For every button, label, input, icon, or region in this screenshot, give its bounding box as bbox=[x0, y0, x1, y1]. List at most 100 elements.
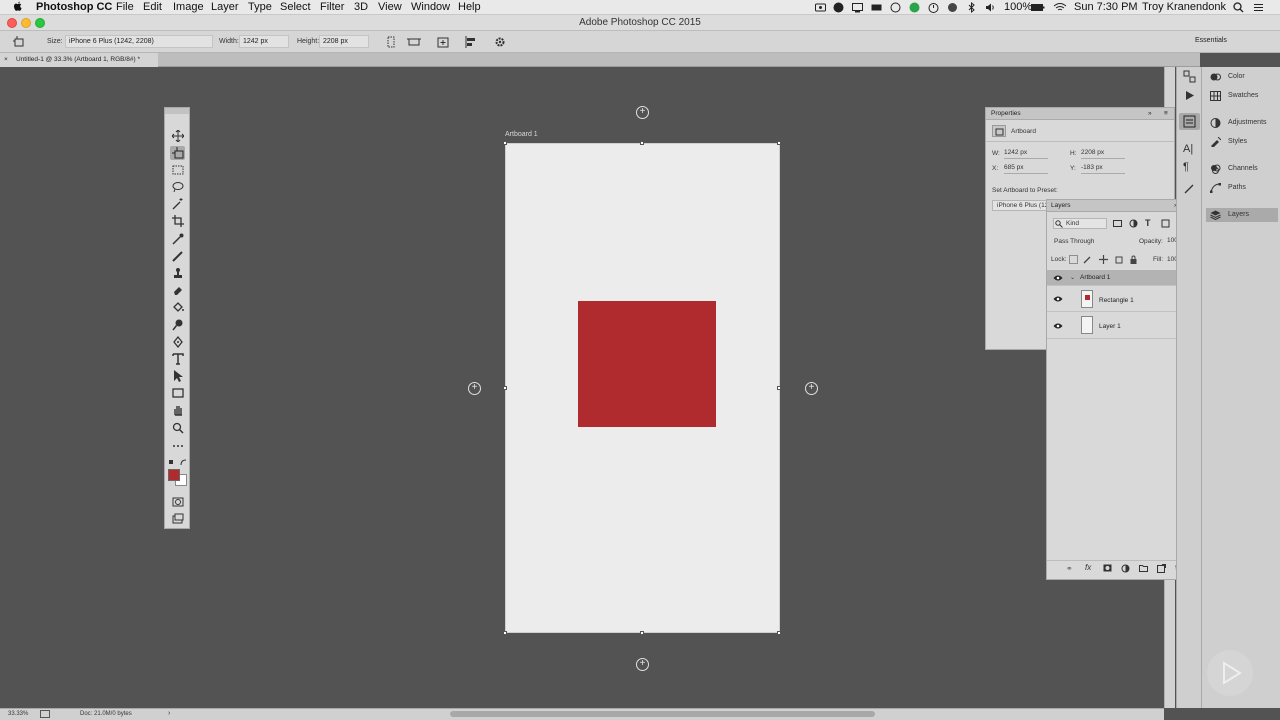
paragraph-panel-icon[interactable]: ¶ bbox=[1183, 161, 1196, 174]
artboard-handle-bottom-left[interactable] bbox=[503, 631, 507, 635]
collapse-panel-icon[interactable]: » bbox=[1148, 108, 1152, 120]
visibility-eye-icon[interactable] bbox=[1053, 274, 1063, 282]
menu-filter[interactable]: Filter bbox=[320, 1, 344, 14]
h-input[interactable]: 2208 px bbox=[1081, 149, 1125, 159]
magic-wand-tool-icon[interactable] bbox=[170, 197, 185, 211]
menu-layer[interactable]: Layer bbox=[211, 1, 239, 14]
artboard-tool-icon[interactable] bbox=[170, 146, 185, 160]
new-adjustment-layer-icon[interactable] bbox=[1121, 564, 1130, 573]
add-layer-style-icon[interactable]: fx bbox=[1085, 563, 1091, 572]
filter-pixel-icon[interactable] bbox=[1113, 219, 1122, 228]
filter-type-icon[interactable]: T bbox=[1145, 218, 1151, 228]
artboard-handle-top-left[interactable] bbox=[503, 141, 507, 145]
layer-name-layer1[interactable]: Layer 1 bbox=[1099, 323, 1121, 330]
lock-artboard-icon[interactable] bbox=[1114, 255, 1123, 264]
artboard-handle-left[interactable] bbox=[503, 386, 507, 390]
make-landscape-icon[interactable] bbox=[407, 35, 421, 49]
artboard-handle-right[interactable] bbox=[777, 386, 781, 390]
status-expand-icon[interactable]: › bbox=[168, 710, 170, 717]
type-tool-icon[interactable] bbox=[170, 352, 185, 366]
dock-styles[interactable]: Styles bbox=[1206, 135, 1278, 149]
artboard-handle-top[interactable] bbox=[640, 141, 644, 145]
menu-3d[interactable]: 3D bbox=[354, 1, 368, 14]
wifi-icon[interactable] bbox=[1053, 2, 1067, 13]
volume-icon[interactable] bbox=[947, 2, 958, 13]
menu-image[interactable]: Image bbox=[173, 1, 204, 14]
status-menu-icon[interactable] bbox=[40, 710, 50, 718]
zoom-level[interactable]: 33.33% bbox=[8, 711, 28, 717]
blend-mode-select[interactable]: Pass Through bbox=[1051, 237, 1135, 248]
lock-all-icon[interactable] bbox=[1129, 255, 1138, 264]
bluetooth-icon[interactable] bbox=[966, 2, 977, 13]
foreground-color-swatch[interactable] bbox=[168, 469, 180, 481]
pen-tool-icon[interactable] bbox=[170, 335, 185, 349]
menubar-user[interactable]: Troy Kranendonk bbox=[1142, 1, 1226, 14]
new-group-icon[interactable] bbox=[1139, 564, 1148, 572]
character-panel-icon[interactable]: A| bbox=[1183, 143, 1196, 156]
menubar-status-icon[interactable] bbox=[833, 2, 844, 13]
add-artboard-bottom-button[interactable]: + bbox=[636, 658, 649, 671]
filter-shape-icon[interactable] bbox=[1161, 219, 1170, 228]
new-layer-icon[interactable] bbox=[1157, 564, 1166, 573]
notification-center-icon[interactable] bbox=[1253, 2, 1264, 13]
display-icon[interactable] bbox=[852, 2, 863, 13]
horizontal-scrollbar-thumb[interactable] bbox=[450, 711, 875, 717]
menu-type[interactable]: Type bbox=[248, 1, 272, 14]
lasso-tool-icon[interactable] bbox=[170, 180, 185, 194]
layer-row-layer1[interactable]: Layer 1 bbox=[1047, 313, 1193, 339]
tools-panel-header[interactable] bbox=[165, 108, 189, 114]
panel-menu-icon[interactable]: ≡ bbox=[1164, 108, 1168, 120]
eraser-tool-icon[interactable] bbox=[170, 283, 185, 297]
swap-colors-icon[interactable] bbox=[180, 459, 187, 466]
menubar-clock[interactable]: Sun 7:30 PM bbox=[1074, 1, 1138, 14]
menu-select[interactable]: Select bbox=[280, 1, 311, 14]
height-input[interactable]: 2208 px bbox=[319, 35, 369, 48]
dock-color[interactable]: Color bbox=[1206, 70, 1278, 84]
rectangle-tool-icon[interactable] bbox=[170, 386, 185, 400]
artboard-handle-bottom-right[interactable] bbox=[777, 631, 781, 635]
preset-select[interactable]: iPhone 6 Plus (1242, 2208) bbox=[992, 200, 1054, 211]
keyboard-icon[interactable] bbox=[871, 2, 882, 13]
edit-toolbar-icon[interactable] bbox=[170, 439, 185, 453]
dodge-tool-icon[interactable] bbox=[170, 318, 185, 332]
properties-panel-icon-active[interactable] bbox=[1179, 113, 1200, 130]
link-layers-icon[interactable]: ⚭ bbox=[1066, 564, 1073, 573]
history-icon[interactable] bbox=[1183, 70, 1196, 83]
dock-channels[interactable]: Channels bbox=[1206, 162, 1278, 176]
align-icon[interactable] bbox=[464, 35, 478, 49]
eyedropper-tool-icon[interactable] bbox=[170, 232, 185, 246]
layer-row-artboard[interactable]: ⌄ Artboard 1 bbox=[1047, 270, 1193, 286]
screen-record-icon[interactable] bbox=[815, 2, 826, 13]
menubar-status-icon-2[interactable] bbox=[890, 2, 901, 13]
close-tab-icon[interactable]: × bbox=[4, 53, 8, 67]
layer-name-rectangle[interactable]: Rectangle 1 bbox=[1099, 297, 1134, 304]
layer-row-rectangle[interactable]: Rectangle 1 bbox=[1047, 287, 1193, 312]
red-rectangle-shape[interactable] bbox=[578, 301, 716, 427]
settings-gear-icon[interactable] bbox=[493, 35, 507, 49]
add-artboard-left-button[interactable]: + bbox=[468, 382, 481, 395]
make-portrait-icon[interactable] bbox=[384, 35, 398, 49]
menu-help[interactable]: Help bbox=[458, 1, 481, 14]
dock-adjustments[interactable]: Adjustments bbox=[1206, 116, 1278, 130]
battery-icon[interactable] bbox=[1031, 2, 1045, 13]
lock-position-icon[interactable] bbox=[1099, 255, 1108, 264]
visibility-eye-icon[interactable] bbox=[1053, 295, 1063, 303]
expand-group-icon[interactable]: ⌄ bbox=[1070, 274, 1075, 281]
artboard-tool-preset-icon[interactable] bbox=[12, 35, 26, 49]
y-input[interactable]: -183 px bbox=[1081, 164, 1125, 174]
artboard-label[interactable]: Artboard 1 bbox=[505, 131, 538, 138]
add-artboard-top-button[interactable]: + bbox=[636, 106, 649, 119]
menu-file[interactable]: File bbox=[116, 1, 134, 14]
artboard-handle-top-right[interactable] bbox=[777, 141, 781, 145]
add-new-artboard-icon[interactable] bbox=[436, 35, 450, 49]
lock-pixels-icon[interactable] bbox=[1083, 255, 1092, 264]
properties-header[interactable]: Properties » ≡ bbox=[986, 108, 1174, 120]
lock-transparent-icon[interactable] bbox=[1069, 255, 1078, 264]
menu-app-name[interactable]: Photoshop CC bbox=[36, 1, 112, 14]
crop-tool-icon[interactable] bbox=[170, 214, 185, 228]
size-preset-select[interactable]: iPhone 6 Plus (1242, 2208) bbox=[65, 35, 213, 48]
add-mask-icon[interactable] bbox=[1103, 564, 1112, 572]
extra-panel-icon[interactable] bbox=[1183, 183, 1196, 196]
move-tool-icon[interactable] bbox=[170, 129, 185, 143]
dock-paths[interactable]: Paths bbox=[1206, 181, 1278, 195]
